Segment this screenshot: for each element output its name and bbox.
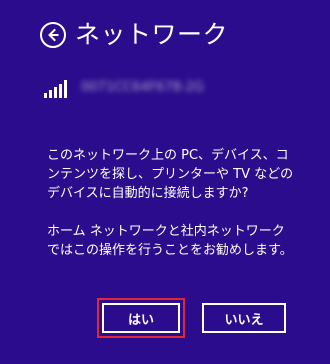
network-settings-panel: ネットワーク 0071CC64F678-2G このネットワーク上の PC、デバイ… <box>0 0 330 364</box>
network-ssid: 0071CC64F678-2G <box>81 80 205 95</box>
arrow-left-icon <box>48 28 59 42</box>
header: ネットワーク <box>40 18 228 52</box>
back-button[interactable] <box>40 22 66 48</box>
network-row: 0071CC64F678-2G <box>44 70 204 98</box>
wifi-signal-icon <box>44 78 67 98</box>
sharing-prompt-message: このネットワーク上の PC、デバイス、コンテンツを探し、プリンターや TV など… <box>47 146 297 260</box>
focus-highlight: はい <box>97 298 185 338</box>
prompt-question: このネットワーク上の PC、デバイス、コンテンツを探し、プリンターや TV など… <box>47 148 294 201</box>
page-title: ネットワーク <box>75 20 229 49</box>
yes-button[interactable]: はい <box>102 303 180 333</box>
button-row: はい いいえ <box>97 298 286 338</box>
prompt-recommendation: ホーム ネットワークと社内ネットワークではこの操作を行うことをお勧めします。 <box>47 224 293 258</box>
no-button[interactable]: いいえ <box>202 303 286 333</box>
